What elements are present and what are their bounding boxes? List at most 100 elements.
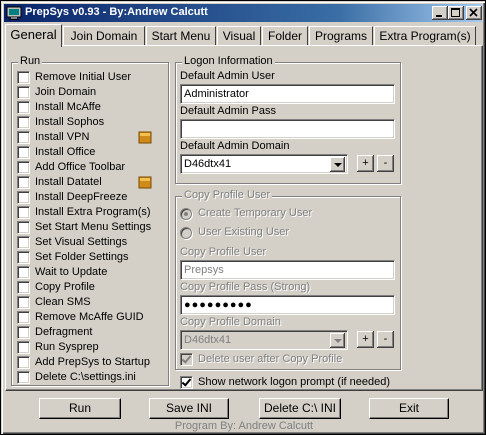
- checkbox-indicator: [17, 101, 30, 114]
- run-option-checkbox[interactable]: Set Start Menu Settings: [17, 220, 163, 235]
- checkbox-indicator: [17, 116, 30, 129]
- settings-folder-icon[interactable]: [138, 175, 152, 189]
- title-bar[interactable]: PrepSys v0.93 - By:Andrew Calcutt: [4, 4, 482, 22]
- run-option-checkbox[interactable]: Defragment: [17, 325, 163, 340]
- checkbox-indicator: [17, 341, 30, 354]
- run-option-checkbox[interactable]: Join Domain: [17, 85, 163, 100]
- run-option-checkbox[interactable]: Remove Initial User: [17, 70, 163, 85]
- show-network-logon-prompt-checkbox[interactable]: Show network logon prompt (if needed): [180, 375, 400, 390]
- checkbox-indicator: [17, 71, 30, 84]
- copy-profile-group-title: Copy Profile User: [182, 189, 273, 201]
- run-option-label: Install Office: [35, 146, 96, 158]
- copy-profile-domain-select[interactable]: D46dtx41: [180, 330, 348, 350]
- run-option-label: Set Start Menu Settings: [35, 221, 152, 233]
- run-option-checkbox[interactable]: Set Visual Settings: [17, 235, 163, 250]
- checkbox-indicator: [17, 266, 30, 279]
- run-option-checkbox[interactable]: Run Sysprep: [17, 340, 163, 355]
- run-option-checkbox[interactable]: Copy Profile: [17, 280, 163, 295]
- checkbox-indicator: [17, 176, 30, 189]
- close-icon: [469, 8, 478, 17]
- use-existing-user-label: User Existing User: [198, 226, 290, 238]
- run-option-label: Join Domain: [35, 86, 97, 98]
- checkbox-indicator: [17, 296, 30, 309]
- tab-visual[interactable]: Visual: [217, 26, 261, 46]
- default-admin-user-input[interactable]: Administrator: [180, 84, 395, 104]
- checkbox-indicator: [17, 236, 30, 249]
- delete-user-after-copy-checkbox[interactable]: Delete user after Copy Profile: [180, 352, 390, 367]
- tab-join-domain[interactable]: Join Domain: [63, 26, 145, 46]
- run-option-checkbox[interactable]: Install Sophos: [17, 115, 163, 130]
- tab-start-menu[interactable]: Start Menu: [146, 26, 216, 46]
- run-option-checkbox[interactable]: Install Datatel: [17, 175, 163, 190]
- maximize-button[interactable]: [448, 6, 464, 20]
- copy-profile-user-group: Copy Profile User Create Temporary User …: [175, 189, 401, 370]
- chevron-down-icon[interactable]: [330, 333, 345, 348]
- checkbox-indicator: [17, 191, 30, 204]
- add-domain-button[interactable]: +: [357, 155, 374, 172]
- settings-folder-icon[interactable]: [138, 130, 152, 144]
- use-existing-user-radio[interactable]: User Existing User: [180, 225, 380, 241]
- default-admin-domain-select[interactable]: D46dtx41: [180, 154, 348, 174]
- run-option-checkbox[interactable]: Add PrepSys to Startup: [17, 355, 163, 370]
- checkbox-indicator: [17, 146, 30, 159]
- default-admin-pass-input[interactable]: [180, 119, 395, 139]
- tab-strip: General Join Domain Start Menu Visual Fo…: [5, 24, 483, 47]
- tab-extra-programs[interactable]: Extra Program(s): [374, 26, 476, 46]
- run-option-checkbox[interactable]: Install McAffe: [17, 100, 163, 115]
- tab-programs[interactable]: Programs: [309, 26, 373, 46]
- run-option-checkbox[interactable]: Install VPN: [17, 130, 163, 145]
- run-option-label: Install Sophos: [35, 116, 105, 128]
- run-option-checkbox[interactable]: Install DeepFreeze: [17, 190, 163, 205]
- minimize-icon: [436, 15, 442, 17]
- show-network-logon-prompt-label: Show network logon prompt (if needed): [198, 376, 390, 388]
- save-ini-button[interactable]: Save INI: [149, 398, 229, 419]
- copy-profile-user-input[interactable]: Prepsys: [180, 260, 395, 280]
- run-option-label: Remove McAffe GUID: [35, 311, 144, 323]
- exit-button[interactable]: Exit: [369, 398, 449, 419]
- run-option-checkbox[interactable]: Remove McAffe GUID: [17, 310, 163, 325]
- create-temporary-user-radio[interactable]: Create Temporary User: [180, 206, 380, 222]
- run-option-checkbox[interactable]: Set Folder Settings: [17, 250, 163, 265]
- remove-copy-domain-button[interactable]: -: [377, 331, 394, 348]
- minimize-button[interactable]: [432, 6, 448, 20]
- run-option-checkbox[interactable]: Clean SMS: [17, 295, 163, 310]
- run-option-checkbox[interactable]: Delete C:\settings.ini: [17, 370, 163, 385]
- chevron-down-icon[interactable]: [330, 157, 345, 172]
- radio-indicator: [180, 208, 192, 220]
- run-group: Run Remove Initial User Join Domain Instal…: [11, 55, 169, 386]
- checkbox-indicator: [17, 251, 30, 264]
- run-option-label: Install Datatel: [35, 176, 102, 188]
- tab-general[interactable]: General: [5, 24, 62, 47]
- default-admin-domain-value: D46dtx41: [184, 158, 232, 170]
- run-option-checkbox[interactable]: Add Office Toolbar: [17, 160, 163, 175]
- checkbox-indicator: [17, 131, 30, 144]
- copy-profile-pass-input[interactable]: ●●●●●●●●●: [180, 295, 395, 315]
- tab-folder[interactable]: Folder: [262, 26, 308, 46]
- app-icon: [6, 5, 22, 21]
- checkbox-indicator: [17, 281, 30, 294]
- run-option-checkbox[interactable]: Install Office: [17, 145, 163, 160]
- run-option-label: Defragment: [35, 326, 93, 338]
- copy-profile-pass-label: Copy Profile Pass (Strong): [180, 281, 311, 293]
- checkbox-indicator: [17, 326, 30, 339]
- run-option-label: Install DeepFreeze: [35, 191, 128, 203]
- prepsys-window: PrepSys v0.93 - By:Andrew Calcutt Genera…: [0, 0, 486, 435]
- run-option-checkbox[interactable]: Wait to Update: [17, 265, 163, 280]
- run-group-title: Run: [18, 55, 43, 67]
- copy-profile-domain-label: Copy Profile Domain: [180, 316, 281, 328]
- delete-ini-button[interactable]: Delete C:\ INI: [259, 398, 341, 419]
- create-temporary-user-label: Create Temporary User: [198, 207, 313, 219]
- add-copy-domain-button[interactable]: +: [357, 331, 374, 348]
- default-admin-user-label: Default Admin User: [180, 70, 275, 82]
- run-option-label: Install VPN: [35, 131, 90, 143]
- maximize-icon: [451, 8, 460, 17]
- close-button[interactable]: [466, 6, 482, 20]
- checkbox-indicator: [17, 86, 30, 99]
- copy-profile-domain-value: D46dtx41: [184, 334, 232, 346]
- checkbox-indicator: [17, 206, 30, 219]
- run-option-checkbox[interactable]: Install Extra Program(s): [17, 205, 163, 220]
- remove-domain-button[interactable]: -: [377, 155, 394, 172]
- run-option-label: Add Office Toolbar: [35, 161, 126, 173]
- checkbox-indicator: [180, 353, 193, 366]
- run-button[interactable]: Run: [39, 398, 121, 419]
